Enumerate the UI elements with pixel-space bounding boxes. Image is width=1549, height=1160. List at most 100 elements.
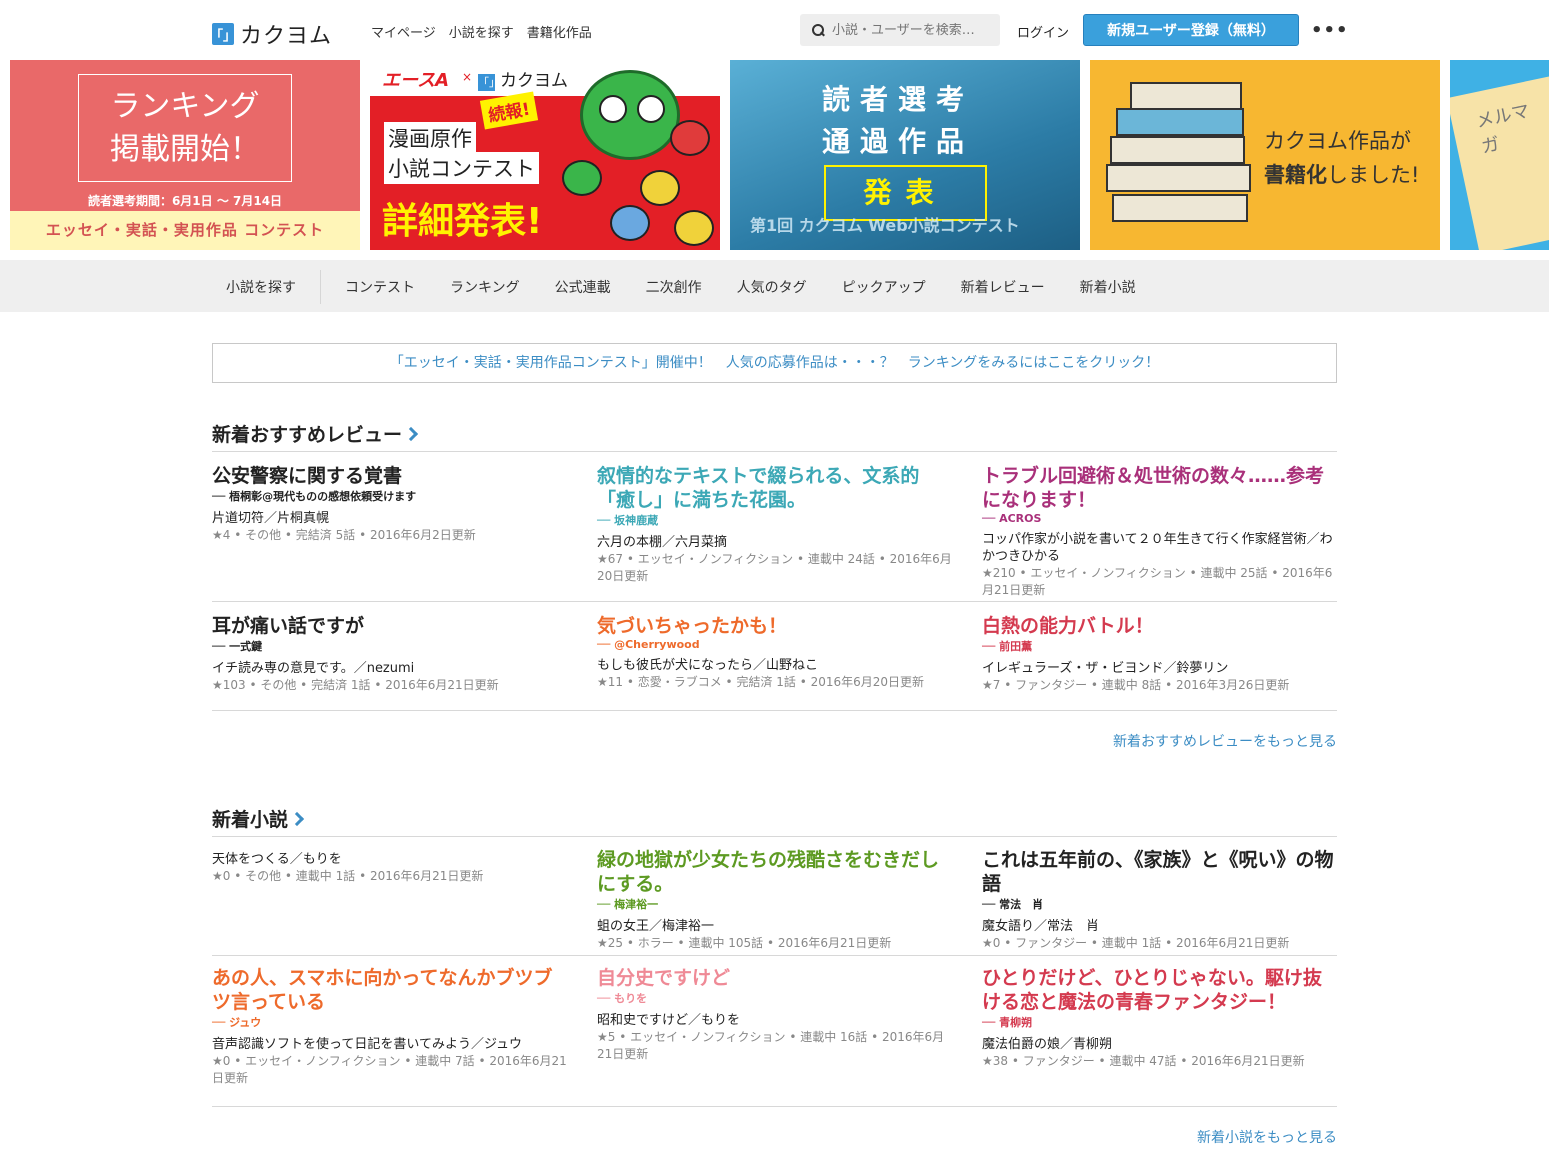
login-link[interactable]: ログイン <box>1017 22 1069 41</box>
section-title-new-reviews[interactable]: 新着おすすめレビュー <box>212 420 419 447</box>
work-meta: ★210 • エッセイ・ノンフィクション • 連載中 25話 • 2016年6月… <box>982 566 1333 597</box>
book-icon <box>1130 82 1242 110</box>
subnav-pickup[interactable]: ピックアップ <box>842 277 926 297</box>
banner-line: カクヨム作品が <box>1264 129 1411 153</box>
review-headline[interactable]: あの人、スマホに向かってなんかブツブツ言っている <box>212 966 567 1014</box>
kakuyomu-logo: 「」カクヨム <box>478 66 568 91</box>
section-title-new-novels[interactable]: 新着小説 <box>212 805 305 832</box>
kakuyomu-logo-icon: 「」 <box>210 23 236 45</box>
banner-line: 書籍化しました! <box>1264 158 1419 192</box>
banner-text: カクヨム作品が 書籍化しました! <box>1264 124 1419 192</box>
review-headline[interactable]: ひとりだけど、ひとりじゃない。駆け抜ける恋と魔法の青春ファンタジー！ <box>982 966 1337 1014</box>
banner-line: 漫画原作 <box>384 122 476 154</box>
nav-find-novels[interactable]: 小説を探す <box>449 22 514 41</box>
divider <box>212 601 1337 602</box>
review-author[interactable]: ── @Cherrywood <box>597 638 952 651</box>
subnav-official-series[interactable]: 公式連載 <box>555 277 611 297</box>
divider <box>212 836 1337 837</box>
book-icon <box>1112 194 1248 222</box>
review-author[interactable]: ── もりを <box>597 990 952 1006</box>
banner-web-contest[interactable]: 読者選考 通過作品 発表 第1回 カクヨム Web小説コンテスト <box>730 60 1080 250</box>
search-box[interactable] <box>800 14 1000 46</box>
logo-text: カクヨム <box>240 24 333 49</box>
review-card[interactable]: 叙情的なテキストで綴られる、文系的「癒し」に満ちた花園。 ── 坂神鹿蔵 六月の… <box>597 464 952 585</box>
review-headline[interactable]: 耳が痛い話ですが <box>212 614 567 638</box>
work-title[interactable]: もしも彼氏が犬になったら／山野ねこ <box>597 657 952 674</box>
book-icon <box>1110 136 1245 164</box>
banner-essay-contest[interactable]: ランキング 掲載開始！ 読者選考期間：6月1日 〜 7月14日 エッセイ・実話・… <box>10 60 360 250</box>
banner-published-works[interactable]: カクヨム作品が 書籍化しました! <box>1090 60 1440 250</box>
work-title[interactable]: 魔女語り／常法 肖 <box>982 918 1337 935</box>
novel-card[interactable]: 天体をつくる／もりを ★0 • その他 • 連載中 1話 • 2016年6月21… <box>212 851 567 885</box>
review-headline[interactable]: 緑の地獄が少女たちの残酷さをむきだしにする。 <box>597 848 952 896</box>
work-title[interactable]: 片道切符／片桐真幌 <box>212 510 567 527</box>
novel-card[interactable]: これは五年前の、《家族》と《呪い》の物語 ── 常法 肖 魔女語り／常法 肖 ★… <box>982 848 1337 952</box>
logo-link[interactable]: 「」 カクヨム <box>210 18 333 50</box>
novel-card[interactable]: あの人、スマホに向かってなんかブツブツ言っている ── ジュウ 音声認識ソフトを… <box>212 966 567 1087</box>
work-title[interactable]: 昭和史ですけど／もりを <box>597 1012 952 1029</box>
subnav-fanfiction[interactable]: 二次創作 <box>646 277 702 297</box>
review-author[interactable]: ── 梅津裕一 <box>597 896 952 912</box>
review-headline[interactable]: 気づいちゃったかも！ <box>597 614 952 638</box>
review-card[interactable]: 耳が痛い話ですが ── 一式鍵 イチ読み専の意見です。／nezumi ★103 … <box>212 614 567 694</box>
banner-period: 読者選考期間：6月1日 〜 7月14日 <box>87 194 283 208</box>
banner-contest-name: エッセイ・実話・実用作品 コンテスト <box>10 211 360 250</box>
review-card[interactable]: 白熱の能力バトル！ ── 前田薫 イレギュラーズ・ザ・ビヨンド／鈴夢リン ★7 … <box>982 614 1337 694</box>
banner-line-rest: しました! <box>1327 163 1420 187</box>
work-title[interactable]: 六月の本棚／六月菜摘 <box>597 534 952 551</box>
banner-contest-name: 第1回 カクヨム Web小説コンテスト <box>750 216 1020 235</box>
signup-button[interactable]: 新規ユーザー登録（無料） <box>1083 14 1299 46</box>
review-headline[interactable]: トラブル回避術＆処世術の数々……参考になります！ <box>982 464 1337 512</box>
work-title[interactable]: イレギュラーズ・ザ・ビヨンド／鈴夢リン <box>982 660 1337 677</box>
novel-card[interactable]: 緑の地獄が少女たちの残酷さをむきだしにする。 ── 梅津裕一 蛆の女王／梅津裕一… <box>597 848 952 952</box>
work-meta: ★38 • ファンタジー • 連載中 47話 • 2016年6月21日更新 <box>982 1054 1305 1068</box>
work-title[interactable]: コッパ作家が小説を書いて２０年生きて行く作家経営術／わかつきひかる <box>982 531 1337 565</box>
work-title[interactable]: 魔法伯爵の娘／青柳朔 <box>982 1036 1337 1053</box>
banner-manga-contest[interactable]: エースA × 「」カクヨム 続報! 漫画原作 小説コンテスト 詳細発表! <box>370 60 720 250</box>
subnav-contest[interactable]: コンテスト <box>345 277 415 297</box>
review-author[interactable]: ── 青柳朔 <box>982 1014 1337 1030</box>
book-icon <box>1106 164 1251 192</box>
review-author[interactable]: ── 一式鍵 <box>212 638 567 654</box>
nav-mypage[interactable]: マイページ <box>371 22 436 41</box>
review-author[interactable]: ── ジュウ <box>212 1014 567 1030</box>
work-title[interactable]: 天体をつくる／もりを <box>212 851 567 868</box>
subnav-popular-tags[interactable]: 人気のタグ <box>737 277 807 297</box>
subnav-new-reviews[interactable]: 新着レビュー <box>961 277 1045 297</box>
review-headline[interactable]: 叙情的なテキストで綴られる、文系的「癒し」に満ちた花園。 <box>597 464 952 512</box>
review-author[interactable]: ── 坂神鹿蔵 <box>597 512 952 528</box>
work-title[interactable]: 蛆の女王／梅津裕一 <box>597 918 952 935</box>
review-author[interactable]: ── 梧桐彰@現代ものの感想依頼受けます <box>212 488 567 504</box>
divider <box>212 1106 1337 1107</box>
more-novels-link[interactable]: 新着小説をもっと見る <box>1197 1127 1337 1147</box>
work-meta: ★67 • エッセイ・ノンフィクション • 連載中 24話 • 2016年6月2… <box>597 552 952 583</box>
nav-published-works[interactable]: 書籍化作品 <box>527 22 592 41</box>
divider <box>212 710 1337 711</box>
novel-card[interactable]: 自分史ですけど ── もりを 昭和史ですけど／もりを ★5 • エッセイ・ノンフ… <box>597 966 952 1063</box>
review-headline[interactable]: これは五年前の、《家族》と《呪い》の物語 <box>982 848 1337 896</box>
banner-newsletter[interactable]: メルマガ <box>1450 60 1549 250</box>
subnav-ranking[interactable]: ランキング <box>450 277 520 297</box>
subnav-new-novels[interactable]: 新着小説 <box>1080 277 1136 297</box>
review-author[interactable]: ── 常法 肖 <box>982 896 1337 912</box>
novel-card[interactable]: ひとりだけど、ひとりじゃない。駆け抜ける恋と魔法の青春ファンタジー！ ── 青柳… <box>982 966 1337 1070</box>
search-icon <box>812 24 824 36</box>
sub-nav-items: 小説を探す コンテスト ランキング 公式連載 二次創作 人気のタグ ピックアップ… <box>226 277 1136 297</box>
review-headline[interactable]: 公安警察に関する覚書 <box>212 464 567 488</box>
review-headline[interactable]: 白熱の能力バトル！ <box>982 614 1337 638</box>
collab-x: × <box>462 70 473 84</box>
subnav-find-novels[interactable]: 小説を探す <box>226 277 296 297</box>
review-author[interactable]: ── ACROS <box>982 512 1337 525</box>
review-card[interactable]: 気づいちゃったかも！ ── @Cherrywood もしも彼氏が犬になったら／山… <box>597 614 952 691</box>
search-input[interactable] <box>832 22 992 38</box>
work-title[interactable]: 音声認識ソフトを使って日記を書いてみよう／ジュウ <box>212 1036 567 1053</box>
more-menu-icon[interactable]: ••• <box>1311 20 1349 41</box>
work-title[interactable]: イチ読み専の意見です。／nezumi <box>212 660 567 677</box>
review-headline[interactable]: 自分史ですけど <box>597 966 952 990</box>
review-card[interactable]: 公安警察に関する覚書 ── 梧桐彰@現代ものの感想依頼受けます 片道切符／片桐真… <box>212 464 567 544</box>
character-illustration <box>610 205 650 241</box>
review-card[interactable]: トラブル回避術＆処世術の数々……参考になります！ ── ACROS コッパ作家が… <box>982 464 1337 599</box>
contest-notice-link[interactable]: 「エッセイ・実話・実用作品コンテスト」開催中！ 人気の応募作品は・・・？ ランキ… <box>212 343 1337 383</box>
more-reviews-link[interactable]: 新着おすすめレビューをもっと見る <box>1113 731 1337 751</box>
review-author[interactable]: ── 前田薫 <box>982 638 1337 654</box>
